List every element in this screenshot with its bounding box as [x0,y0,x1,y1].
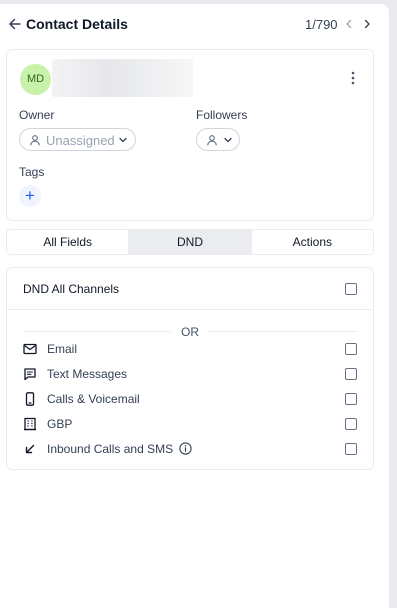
dnd-calls-voicemail-checkbox[interactable] [345,393,357,405]
tab-all-fields[interactable]: All Fields [7,230,129,254]
page-title: Contact Details [26,16,128,32]
dnd-card: DND All Channels OR Email Text Messages [6,267,374,470]
record-counter: 1/790 [305,17,338,32]
user-icon [30,135,40,146]
back-arrow-icon[interactable] [8,17,22,31]
tab-dnd[interactable]: DND [128,230,251,254]
followers-label: Followers [196,108,248,122]
dnd-all-channels-row: DND All Channels [7,268,373,310]
channel-label: Text Messages [47,367,128,381]
dnd-gbp-checkbox[interactable] [345,418,357,430]
channel-label: Email [47,342,78,356]
owner-value: Unassigned [46,133,115,148]
owner-label: Owner [19,108,55,122]
dnd-channel-calls-voicemail: Calls & Voicemail [7,390,373,408]
message-icon [24,368,36,381]
chevron-left-icon[interactable] [343,18,355,30]
dnd-text-messages-checkbox[interactable] [345,368,357,380]
add-tag-button[interactable]: + [19,185,41,207]
dnd-all-channels-label: DND All Channels [23,282,120,296]
dnd-channel-inbound: Inbound Calls and SMS [7,440,373,458]
building-icon [24,417,36,431]
tags-label: Tags [19,165,45,179]
dnd-channel-gbp: GBP [7,415,373,433]
contact-name-redacted [52,59,193,97]
mail-icon [23,343,37,355]
phone-icon [25,392,35,406]
owner-select[interactable]: Unassigned [19,128,136,151]
header: Contact Details 1/790 [0,14,389,36]
channel-label: GBP [47,417,73,431]
info-icon[interactable] [179,442,192,455]
user-icon [207,135,217,146]
more-options-icon[interactable] [347,70,359,86]
dnd-channel-email: Email [7,340,373,358]
or-separator: OR [181,325,199,339]
tab-actions[interactable]: Actions [250,230,373,254]
divider [208,331,357,332]
chevron-down-icon [119,137,127,143]
dnd-channel-text-messages: Text Messages [7,365,373,383]
contact-details-panel: Contact Details 1/790 MD Owner Followers… [0,4,389,608]
avatar: MD [20,64,51,95]
channel-label: Inbound Calls and SMS [47,442,174,456]
dnd-email-checkbox[interactable] [345,343,357,355]
divider [23,331,171,332]
arrow-down-left-icon [25,444,35,454]
followers-select[interactable] [196,128,240,151]
tab-bar: All Fields DND Actions [6,229,374,255]
contact-card: MD Owner Followers Unassigned Tags + [6,49,374,221]
chevron-down-icon [224,137,232,143]
dnd-inbound-checkbox[interactable] [345,443,357,455]
chevron-right-icon[interactable] [361,18,373,30]
channel-label: Calls & Voicemail [47,392,140,406]
dnd-all-channels-checkbox[interactable] [345,283,357,295]
